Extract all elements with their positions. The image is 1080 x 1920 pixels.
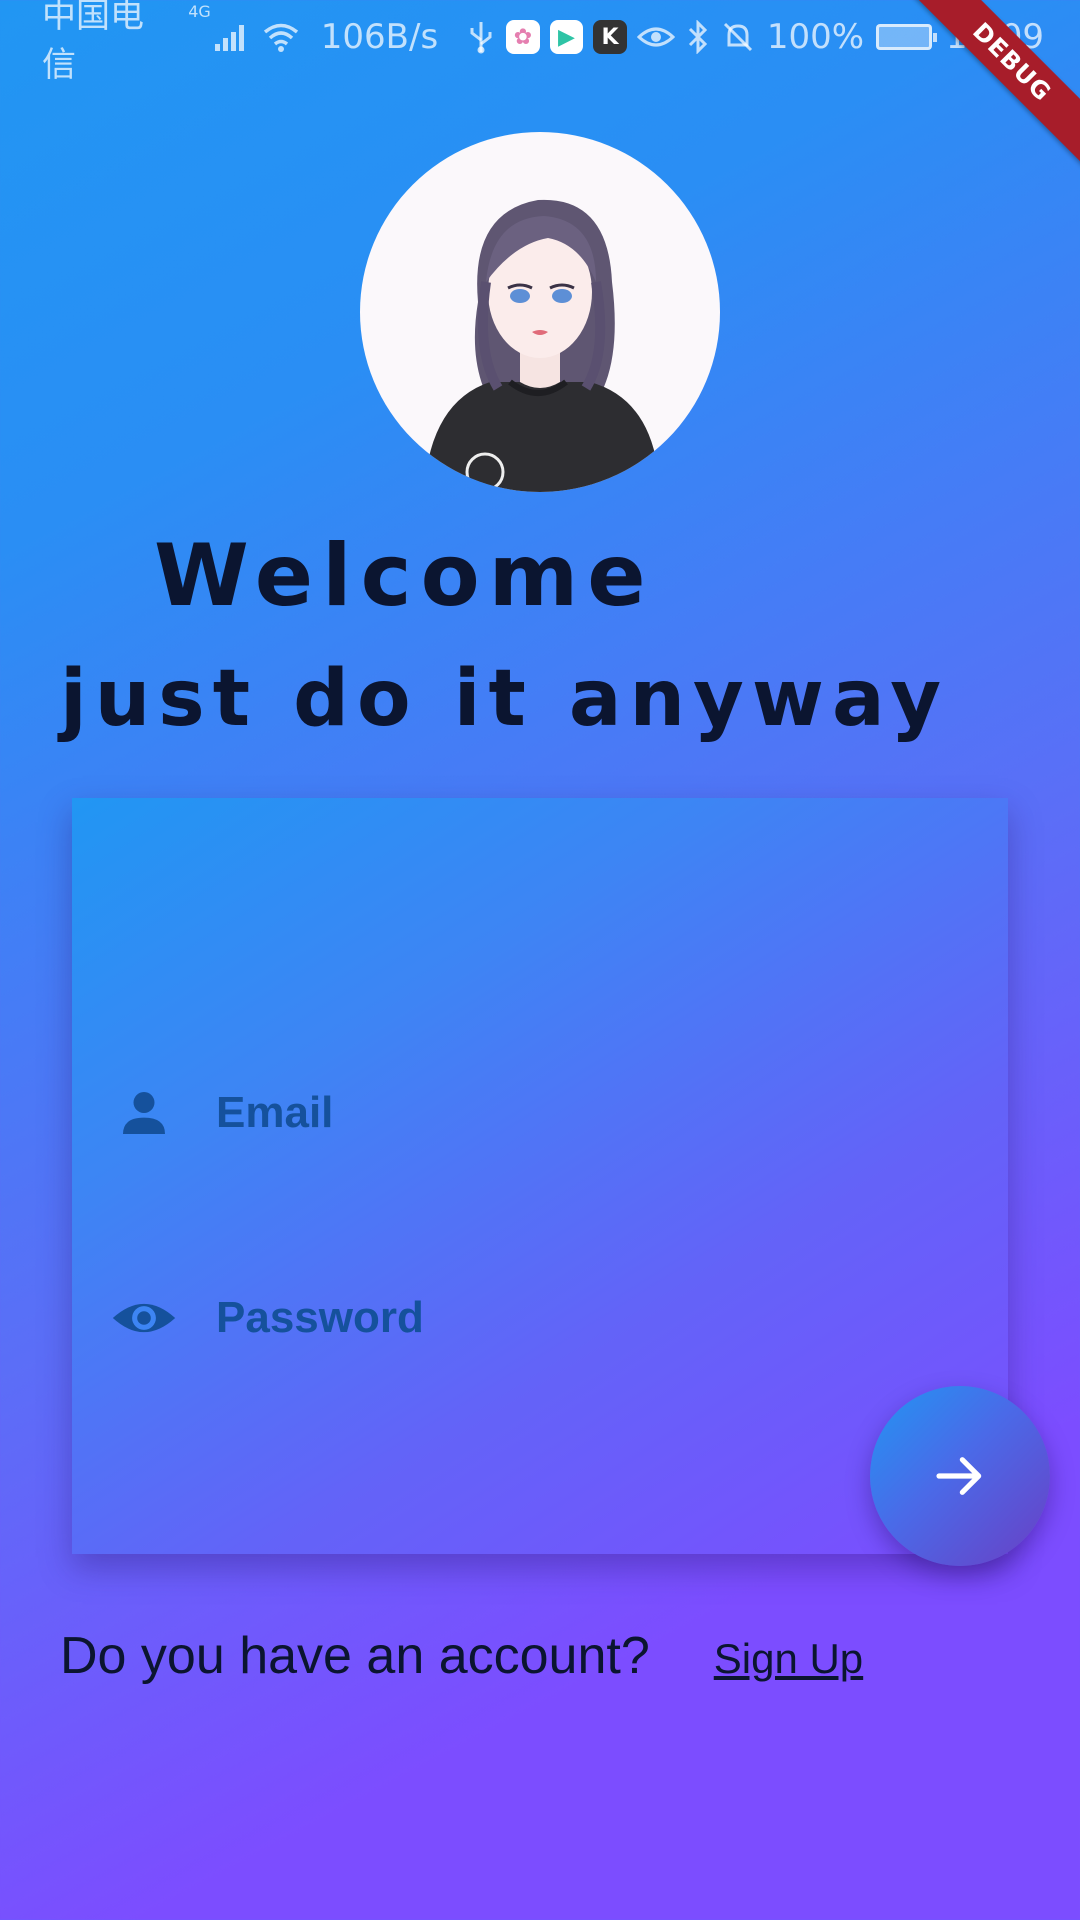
status-bar-left: 中国电信 4G 106B/s ✿ ▶ K bbox=[42, 0, 637, 86]
arrow-forward-icon bbox=[936, 1457, 982, 1495]
signal-icon bbox=[213, 22, 249, 52]
battery-percent-label: 100% bbox=[766, 17, 865, 57]
mute-bell-icon bbox=[721, 20, 755, 54]
eye-comfort-icon bbox=[636, 23, 675, 51]
photos-app-icon: ✿ bbox=[506, 20, 540, 54]
eye-icon[interactable] bbox=[108, 1282, 180, 1354]
avatar bbox=[360, 132, 720, 492]
avatar-illustration bbox=[424, 199, 660, 492]
login-card bbox=[72, 798, 1008, 1554]
account-prompt-row: Do you have an account? Sign Up bbox=[60, 1626, 863, 1686]
email-field-row bbox=[108, 1068, 856, 1158]
person-icon bbox=[108, 1077, 180, 1149]
battery-icon bbox=[876, 24, 938, 50]
email-input[interactable] bbox=[216, 1073, 856, 1153]
signup-link[interactable]: Sign Up bbox=[714, 1635, 863, 1683]
status-bar: 中国电信 4G 106B/s ✿ ▶ K 100% bbox=[0, 0, 1080, 85]
video-app-icon: ▶ bbox=[549, 20, 584, 54]
k-app-icon: K bbox=[593, 20, 627, 54]
wifi-icon bbox=[261, 21, 301, 53]
network-type-label: 4G bbox=[188, 2, 211, 21]
bluetooth-icon bbox=[687, 20, 709, 54]
submit-button[interactable] bbox=[870, 1386, 1050, 1566]
password-field-row bbox=[108, 1273, 856, 1363]
carrier-label: 中国电信 bbox=[42, 0, 144, 85]
tagline-subtitle: just do it anyway bbox=[60, 654, 950, 744]
welcome-title: Welcome bbox=[154, 526, 655, 626]
network-speed-label: 106B/s bbox=[320, 17, 439, 57]
password-input[interactable] bbox=[216, 1278, 856, 1358]
usb-icon bbox=[468, 20, 494, 54]
account-prompt-text: Do you have an account? bbox=[60, 1627, 650, 1685]
